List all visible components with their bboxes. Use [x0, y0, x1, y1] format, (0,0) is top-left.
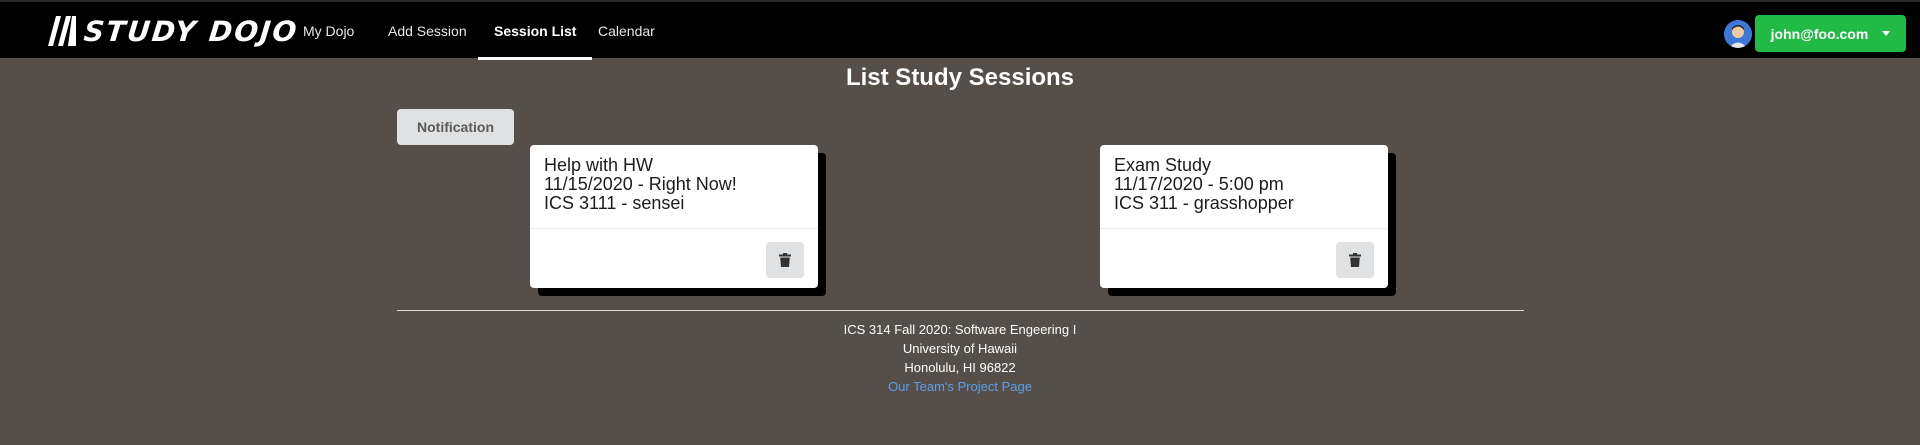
- footer-university: University of Hawaii: [902, 341, 1018, 356]
- user-email: john@foo.com: [1770, 25, 1869, 42]
- session-course: ICS 311 - grasshopper: [1114, 193, 1294, 213]
- brand-logo[interactable]: STUDY DOJO: [48, 14, 301, 48]
- caret-down-icon: [1882, 31, 1891, 36]
- trash-icon: [779, 253, 791, 267]
- footer-address: Honolulu, HI 96822: [904, 360, 1016, 375]
- notification-button[interactable]: Notification: [397, 109, 514, 145]
- session-datetime: 11/17/2020 - 5:00 pm: [1114, 174, 1284, 194]
- session-card-content: Help with HW 11/15/2020 - Right Now! ICS…: [530, 145, 818, 229]
- delete-session-button[interactable]: [1336, 242, 1374, 278]
- session-datetime: 11/15/2020 - Right Now!: [544, 174, 737, 194]
- session-card-content: Exam Study 11/17/2020 - 5:00 pm ICS 311 …: [1100, 145, 1388, 229]
- project-page-link[interactable]: Our Team's Project Page: [888, 379, 1032, 394]
- footer-course: ICS 314 Fall 2020: Software Engeering I: [843, 322, 1077, 337]
- logo-slash-icon: [48, 16, 76, 46]
- session-title: Help with HW: [544, 155, 654, 175]
- user-menu-button[interactable]: john@foo.com: [1755, 15, 1906, 52]
- top-navbar: STUDY DOJO My Dojo Add Session Session L…: [0, 0, 1920, 60]
- session-title: Exam Study: [1114, 155, 1212, 175]
- nav-item-add-session[interactable]: Add Session: [372, 2, 483, 60]
- session-card: Help with HW 11/15/2020 - Right Now! ICS…: [530, 145, 818, 288]
- trash-icon: [1349, 253, 1361, 267]
- delete-session-button[interactable]: [766, 242, 804, 278]
- nav-item-session-list[interactable]: Session List: [478, 2, 593, 60]
- page-title: List Study Sessions: [845, 64, 1075, 91]
- session-card: Exam Study 11/17/2020 - 5:00 pm ICS 311 …: [1100, 145, 1388, 288]
- footer-divider: [397, 310, 1524, 311]
- user-avatar-icon[interactable]: [1724, 20, 1752, 48]
- brand-name: STUDY DOJO: [82, 14, 301, 48]
- nav-item-calendar[interactable]: Calendar: [582, 2, 671, 60]
- nav-item-my-dojo[interactable]: My Dojo: [287, 2, 370, 60]
- footer: ICS 314 Fall 2020: Software Engeering I …: [0, 320, 1920, 396]
- session-course: ICS 3111 - sensei: [544, 193, 685, 213]
